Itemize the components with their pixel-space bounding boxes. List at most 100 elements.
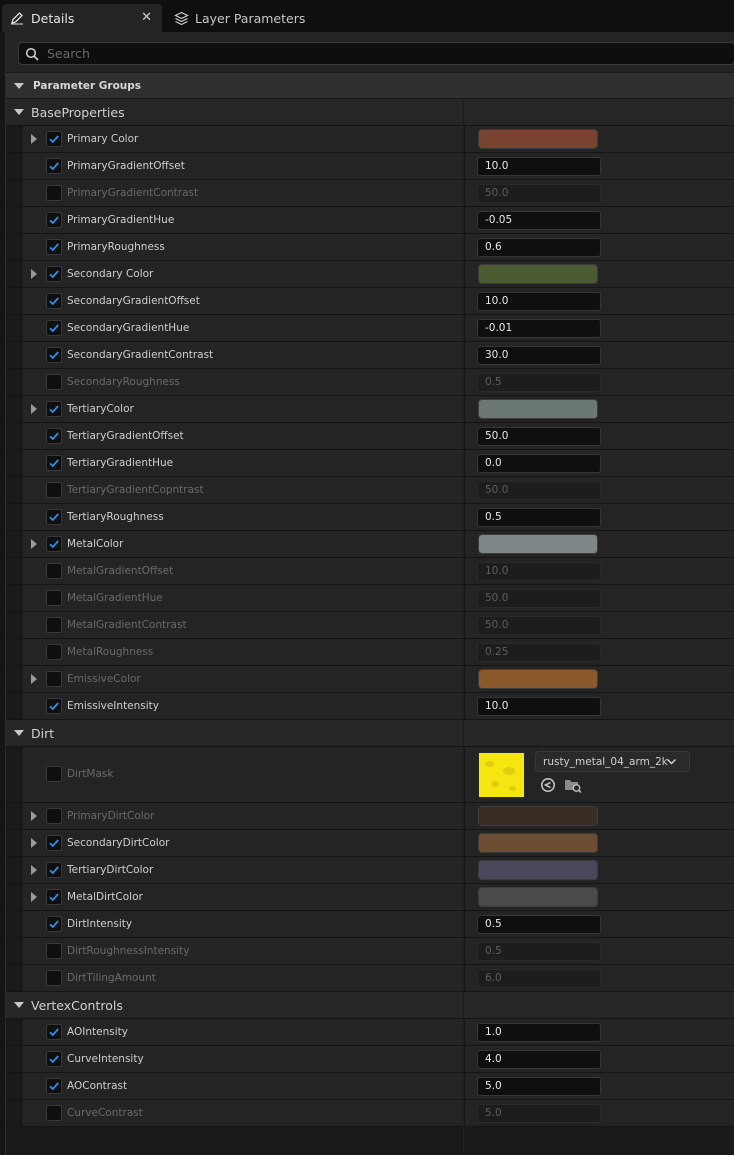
value-input[interactable]: 5.0: [477, 1104, 601, 1123]
value-input[interactable]: 0.6: [477, 238, 601, 257]
override-checkbox[interactable]: [46, 239, 62, 255]
value-input[interactable]: 5.0: [477, 1077, 601, 1096]
param-value-cell: -0.01: [464, 315, 734, 341]
param-value-cell: 5.0: [464, 1073, 734, 1099]
color-swatch[interactable]: [478, 806, 598, 826]
expand-arrow-icon[interactable]: [31, 539, 37, 549]
override-checkbox[interactable]: [46, 835, 62, 851]
override-checkbox[interactable]: [46, 266, 62, 282]
override-checkbox[interactable]: [46, 590, 62, 606]
override-checkbox[interactable]: [46, 862, 62, 878]
color-swatch[interactable]: [478, 887, 598, 907]
param-name: MetalDirtColor: [67, 891, 143, 903]
expand-arrow-icon[interactable]: [31, 865, 37, 875]
override-checkbox[interactable]: [46, 889, 62, 905]
override-checkbox[interactable]: [46, 320, 62, 336]
expand-arrow-icon[interactable]: [31, 269, 37, 279]
value-input[interactable]: 50.0: [477, 616, 601, 635]
search-input[interactable]: Search: [18, 42, 734, 65]
override-checkbox[interactable]: [46, 808, 62, 824]
value-input[interactable]: 50.0: [477, 589, 601, 608]
value-input[interactable]: 0.25: [477, 643, 601, 662]
override-checkbox[interactable]: [46, 428, 62, 444]
color-swatch[interactable]: [478, 833, 598, 853]
override-checkbox[interactable]: [46, 970, 62, 986]
reset-arrow-icon[interactable]: [540, 777, 556, 793]
override-checkbox[interactable]: [46, 916, 62, 932]
expand-arrow-icon[interactable]: [31, 838, 37, 848]
value-input[interactable]: 4.0: [477, 1050, 601, 1069]
value-input[interactable]: 6.0: [477, 969, 601, 988]
value-input[interactable]: 0.5: [477, 942, 601, 961]
value-input[interactable]: 1.0: [477, 1023, 601, 1042]
color-swatch[interactable]: [478, 860, 598, 880]
param-name-cell: MetalColor: [23, 531, 463, 557]
expand-arrow-icon[interactable]: [31, 674, 37, 684]
value-input[interactable]: 10.0: [477, 292, 601, 311]
expand-arrow-icon[interactable]: [31, 811, 37, 821]
parameter-groups-header[interactable]: Parameter Groups: [6, 73, 734, 99]
color-swatch[interactable]: [478, 264, 598, 284]
value-input[interactable]: 10.0: [477, 697, 601, 716]
value-input[interactable]: 10.0: [477, 157, 601, 176]
pencil-icon: [9, 10, 25, 26]
browse-folder-icon[interactable]: [564, 777, 582, 794]
override-checkbox[interactable]: [46, 1051, 62, 1067]
tab-details[interactable]: Details ✕: [2, 4, 162, 32]
override-checkbox[interactable]: [46, 374, 62, 390]
value-input[interactable]: -0.05: [477, 211, 601, 230]
override-checkbox[interactable]: [46, 644, 62, 660]
value-input[interactable]: 30.0: [477, 346, 601, 365]
param-value-cell: [464, 803, 734, 829]
value-input[interactable]: 0.5: [477, 915, 601, 934]
override-checkbox[interactable]: [46, 293, 62, 309]
color-swatch[interactable]: [478, 129, 598, 149]
override-checkbox[interactable]: [46, 482, 62, 498]
expand-arrow-icon[interactable]: [31, 892, 37, 902]
column-divider: [463, 99, 464, 126]
group-base-properties[interactable]: BaseProperties: [6, 99, 734, 126]
close-icon[interactable]: ✕: [141, 10, 152, 25]
tab-layer-parameters[interactable]: Layer Parameters: [166, 4, 326, 32]
override-checkbox[interactable]: [46, 131, 62, 147]
value-input[interactable]: 0.5: [477, 508, 601, 527]
override-checkbox[interactable]: [46, 1078, 62, 1094]
expand-arrow-icon[interactable]: [31, 134, 37, 144]
param-name: PrimaryDirtColor: [67, 810, 155, 822]
override-checkbox[interactable]: [46, 943, 62, 959]
color-swatch[interactable]: [478, 669, 598, 689]
override-checkbox[interactable]: [46, 158, 62, 174]
override-checkbox[interactable]: [46, 212, 62, 228]
override-checkbox[interactable]: [46, 563, 62, 579]
value-input[interactable]: 50.0: [477, 427, 601, 446]
group-vertex-controls[interactable]: VertexControls: [6, 992, 734, 1019]
param-name-cell: TertiaryRoughness: [23, 504, 463, 530]
override-checkbox[interactable]: [46, 617, 62, 633]
value-input[interactable]: 50.0: [477, 184, 601, 203]
value-input[interactable]: 0.5: [477, 373, 601, 392]
override-checkbox[interactable]: [46, 536, 62, 552]
param-row-secondary-dirt-color: SecondaryDirtColor: [6, 830, 734, 857]
override-checkbox[interactable]: [46, 401, 62, 417]
value-input[interactable]: 10.0: [477, 562, 601, 581]
override-checkbox[interactable]: [46, 1105, 62, 1121]
override-checkbox[interactable]: [46, 1024, 62, 1040]
override-checkbox[interactable]: [46, 509, 62, 525]
param-name-cell: SecondaryRoughness: [23, 369, 463, 395]
override-checkbox[interactable]: [46, 766, 62, 782]
value-input[interactable]: -0.01: [477, 319, 601, 338]
override-checkbox[interactable]: [46, 347, 62, 363]
override-checkbox[interactable]: [46, 671, 62, 687]
override-checkbox[interactable]: [46, 455, 62, 471]
texture-thumbnail[interactable]: [478, 752, 525, 798]
asset-picker-dropdown[interactable]: rusty_metal_04_arm_2k: [535, 751, 690, 772]
value-input[interactable]: 50.0: [477, 481, 601, 500]
color-swatch[interactable]: [478, 399, 598, 419]
override-checkbox[interactable]: [46, 185, 62, 201]
param-value-cell: [464, 666, 734, 692]
value-input[interactable]: 0.0: [477, 454, 601, 473]
group-dirt[interactable]: Dirt: [6, 720, 734, 747]
color-swatch[interactable]: [478, 534, 598, 554]
override-checkbox[interactable]: [46, 698, 62, 714]
expand-arrow-icon[interactable]: [31, 404, 37, 414]
